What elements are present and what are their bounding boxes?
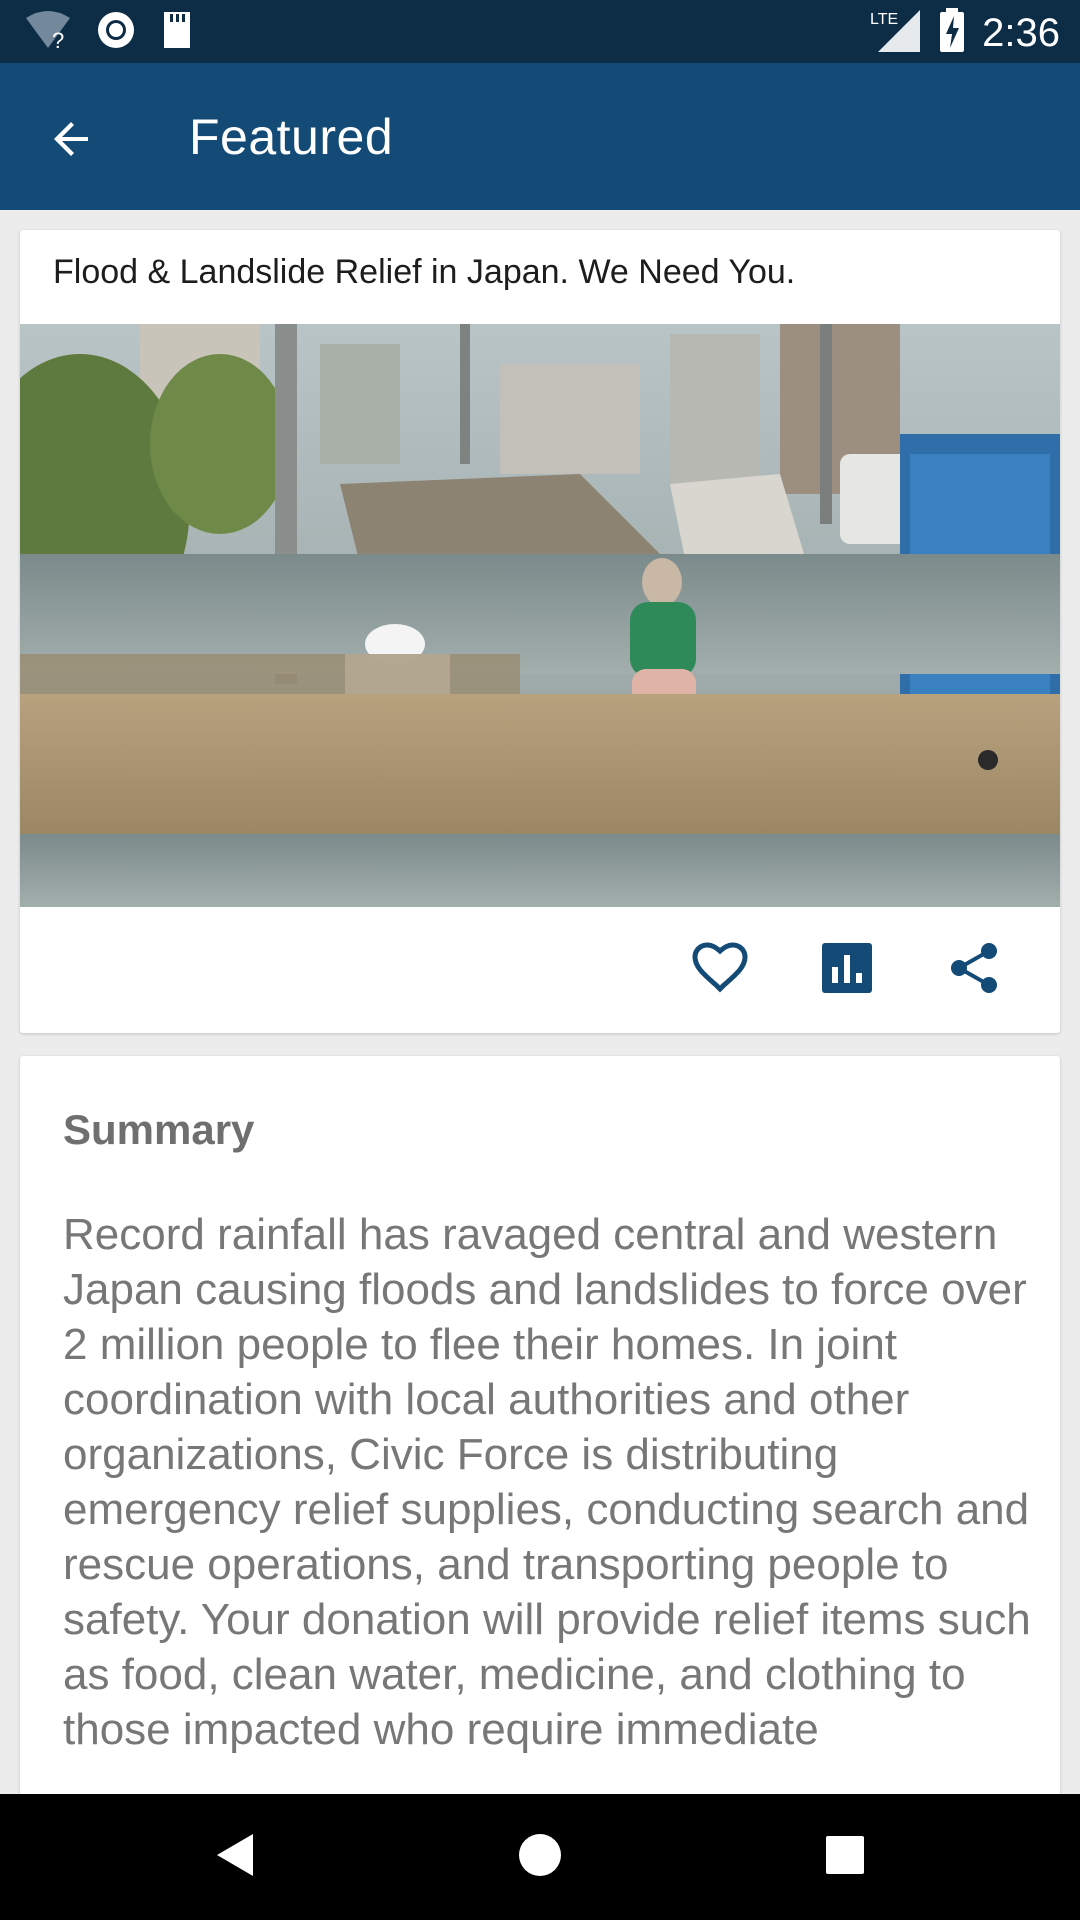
circle-icon	[96, 10, 136, 55]
nav-bar	[0, 1794, 1080, 1920]
bar-chart-icon	[822, 942, 872, 998]
back-triangle-icon	[213, 1830, 257, 1885]
summary-text: Record rainfall has ravaged central and …	[63, 1210, 1031, 1754]
page-title: Featured	[189, 109, 394, 165]
featured-card[interactable]: Flood & Landslide Relief in Japan. We Ne…	[20, 230, 1060, 1033]
share-button[interactable]	[939, 935, 1009, 1005]
back-button[interactable]	[36, 105, 108, 177]
sd-card-icon	[160, 10, 194, 55]
share-icon	[947, 941, 1001, 1000]
status-time: 2:36	[982, 10, 1060, 55]
heart-icon	[692, 941, 748, 999]
card-actions	[20, 907, 1060, 1033]
signal-icon: LTE	[870, 6, 922, 59]
recents-square-icon	[824, 1834, 866, 1881]
home-circle-icon	[517, 1832, 563, 1883]
screen: ? LTE 2:36 Featured Flood & Landslide Re…	[0, 0, 1080, 1920]
network-label: LTE	[870, 11, 898, 28]
app-bar: Featured	[0, 63, 1080, 210]
svg-text:?: ?	[52, 28, 64, 50]
favorite-button[interactable]	[685, 935, 755, 1005]
summary-heading: Summary	[63, 1106, 255, 1153]
status-right-icons: LTE 2:36	[870, 6, 1060, 59]
stats-button[interactable]	[812, 935, 882, 1005]
flood-photo[interactable]	[20, 324, 1060, 907]
status-bar: ? LTE 2:36	[0, 0, 1080, 63]
nav-home-button[interactable]	[500, 1822, 580, 1892]
nav-recents-button[interactable]	[805, 1822, 885, 1892]
nav-back-button[interactable]	[195, 1822, 275, 1892]
summary-card: Summary Record rainfall has ravaged cent…	[20, 1056, 1060, 1886]
card-title: Flood & Landslide Relief in Japan. We Ne…	[53, 253, 796, 291]
wifi-question-icon: ?	[24, 10, 72, 55]
battery-charging-icon	[938, 8, 966, 57]
arrow-back-icon	[48, 115, 96, 168]
status-left-icons: ?	[24, 10, 194, 55]
